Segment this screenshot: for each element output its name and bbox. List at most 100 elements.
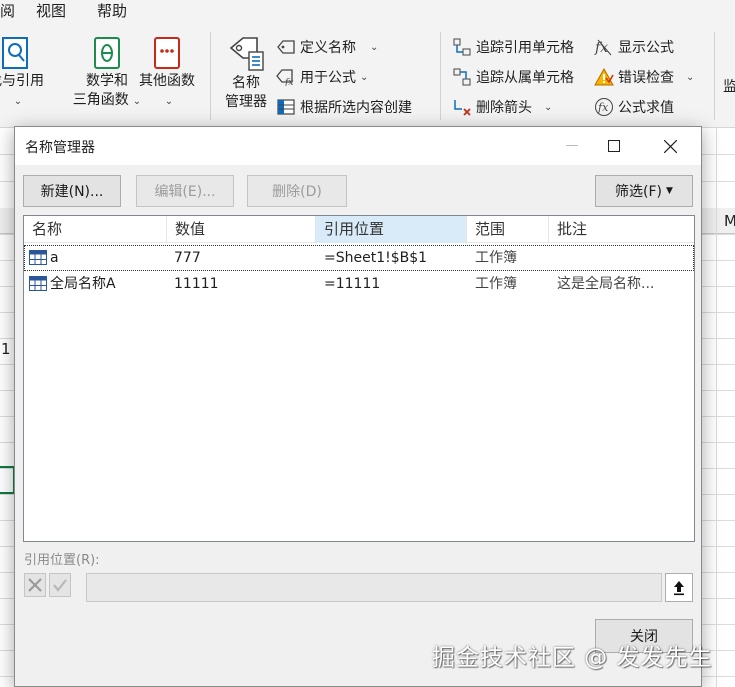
edit-name-button[interactable]: 编辑(E)... xyxy=(136,175,234,207)
active-cell-outline xyxy=(0,466,15,494)
remove-arrows-label: 删除箭头 xyxy=(476,100,532,116)
chevron-down-icon: ⌄ xyxy=(360,71,369,83)
show-formulas-label: 显示公式 xyxy=(618,40,674,56)
chevron-down-icon: ⌄ xyxy=(13,96,23,107)
cell-value-partial[interactable]: 1 xyxy=(1,340,11,358)
collapse-dialog-button[interactable] xyxy=(665,573,693,602)
trace-precedents-label: 追踪引用单元格 xyxy=(476,40,574,56)
cancel-x-icon xyxy=(28,578,42,592)
filter-label: 筛选(F) xyxy=(615,184,663,200)
tag-fx-icon: fx xyxy=(276,67,296,87)
other-functions-label: 其他函数 xyxy=(139,73,195,89)
cell-value: 11111 xyxy=(174,276,219,292)
ribbon-separator xyxy=(440,32,441,120)
column-header-value[interactable]: 数值 xyxy=(167,216,316,243)
trace-precedents-button[interactable]: 追踪引用单元格 xyxy=(452,35,574,59)
watch-window-label: 监 xyxy=(723,79,735,95)
close-window-button[interactable] xyxy=(647,127,693,165)
chevron-down-icon: ⌄ xyxy=(164,96,174,107)
cell-comment xyxy=(557,245,687,271)
name-manager-dialog: 名称管理器 新建(N)... 编辑(E)... 删除(D) 筛选(F) ▼ 名称… xyxy=(14,126,702,687)
maximize-icon xyxy=(608,140,620,152)
chevron-down-icon: ⌄ xyxy=(686,71,695,83)
define-name-label: 定义名称 xyxy=(300,40,356,56)
ribbon-separator xyxy=(714,32,715,120)
cancel-edit-button[interactable] xyxy=(24,573,46,597)
minimize-icon xyxy=(566,145,578,146)
svg-text:fx: fx xyxy=(597,101,609,114)
error-check-icon xyxy=(594,67,614,87)
filter-button[interactable]: 筛选(F) ▼ xyxy=(595,175,693,207)
cell-comment: 这是全局名称... xyxy=(557,276,655,292)
cell-refers-to: =Sheet1!$B$1 xyxy=(324,250,428,266)
delete-name-button[interactable]: 删除(D) xyxy=(247,175,347,207)
create-from-selection-label: 根据所选内容创建 xyxy=(300,100,412,116)
show-formulas-icon: fx xyxy=(594,37,614,57)
create-from-selection-button[interactable]: 根据所选内容创建 xyxy=(276,95,412,119)
confirm-edit-button[interactable] xyxy=(49,573,71,597)
maximize-button[interactable] xyxy=(591,127,637,165)
svg-text:fx: fx xyxy=(594,40,608,56)
ribbon-separator xyxy=(210,32,211,120)
close-icon xyxy=(663,139,677,153)
collapse-arrow-icon xyxy=(674,580,684,595)
column-header-refers-to[interactable]: 引用位置 xyxy=(316,216,467,243)
cell-refers-to: =11111 xyxy=(324,276,381,292)
watch-window-button[interactable]: 监 xyxy=(720,78,735,97)
dropdown-arrow-icon: ▼ xyxy=(666,186,673,196)
names-list[interactable]: 名称 数值 引用位置 范围 批注 a 777 =Sheet1!$B$1 工作簿 xyxy=(23,215,695,542)
define-name-button[interactable]: 定义名称 ⌄ xyxy=(276,35,378,59)
name-table-icon xyxy=(29,276,47,291)
trace-dependents-button[interactable]: 追踪从属单元格 xyxy=(452,65,574,89)
cell-name: 全局名称A xyxy=(50,276,116,292)
error-checking-button[interactable]: 错误检查 ⌄ xyxy=(594,65,694,89)
menu-help[interactable]: 帮助 xyxy=(97,0,127,21)
menubar: 阅 视图 帮助 xyxy=(0,0,735,22)
trace-precedents-icon xyxy=(452,37,472,57)
checkmark-icon xyxy=(53,579,67,592)
lookup-book-icon xyxy=(2,37,28,69)
evaluate-formula-icon: fx xyxy=(594,97,614,117)
name-manager-ribbon-button[interactable]: 名称 管理器 xyxy=(218,36,274,112)
dialog-title: 名称管理器 xyxy=(25,140,95,156)
name-tag-icon xyxy=(229,37,264,71)
use-in-formula-label: 用于公式 xyxy=(300,70,356,86)
list-item[interactable]: a 777 =Sheet1!$B$1 工作簿 xyxy=(24,245,694,271)
error-checking-label: 错误检查 xyxy=(618,70,674,86)
ribbon-formulas: 找与引用 ⌄ 数学和 三角函数 ⌄ 其他函数 ⌄ 名称 管理器 xyxy=(0,22,735,128)
refers-to-input[interactable] xyxy=(86,573,662,602)
show-formulas-button[interactable]: fx 显示公式 xyxy=(594,35,674,59)
watermark: 掘金技术社区 @ 发发先生 xyxy=(432,645,713,671)
lookup-reference-button[interactable]: 找与引用 ⌄ xyxy=(0,36,52,111)
cell-value: 777 xyxy=(174,250,201,266)
trace-dependents-icon xyxy=(452,67,472,87)
remove-arrows-button[interactable]: 删除箭头 ⌄ xyxy=(452,95,552,119)
lookup-label: 找与引用 xyxy=(0,73,44,89)
column-header-name[interactable]: 名称 xyxy=(24,216,167,243)
cell-scope: 工作簿 xyxy=(475,250,517,266)
math-label-1: 数学和 xyxy=(86,73,128,89)
evaluate-formula-button[interactable]: fx 公式求值 xyxy=(594,95,674,119)
refers-to-label: 引用位置(R): xyxy=(24,553,100,568)
trace-dependents-label: 追踪从属单元格 xyxy=(476,70,574,86)
name-table-icon xyxy=(29,250,47,265)
svg-text:fx: fx xyxy=(284,78,293,86)
dialog-titlebar[interactable]: 名称管理器 xyxy=(15,127,701,165)
menu-review[interactable]: 阅 xyxy=(0,0,15,21)
list-header: 名称 数值 引用位置 范围 批注 xyxy=(24,216,694,243)
column-header-m[interactable]: M xyxy=(724,212,735,230)
chevron-down-icon: ⌄ xyxy=(370,41,379,53)
other-functions-button[interactable]: 其他函数 ⌄ xyxy=(134,36,200,111)
new-name-button[interactable]: 新建(N)... xyxy=(23,175,121,207)
minimize-button[interactable] xyxy=(549,127,595,165)
list-item[interactable]: 全局名称A 11111 =11111 工作簿 这是全局名称... xyxy=(24,271,694,297)
menu-view[interactable]: 视图 xyxy=(36,0,66,21)
name-manager-label-1: 名称 xyxy=(232,75,260,91)
tag-icon xyxy=(276,37,296,57)
math-theta-book-icon xyxy=(94,37,120,69)
remove-arrows-icon xyxy=(452,97,472,117)
more-functions-book-icon xyxy=(154,37,180,69)
column-header-scope[interactable]: 范围 xyxy=(467,216,549,243)
column-header-comment[interactable]: 批注 xyxy=(549,216,694,243)
use-in-formula-button[interactable]: fx 用于公式 ⌄ xyxy=(276,65,368,89)
